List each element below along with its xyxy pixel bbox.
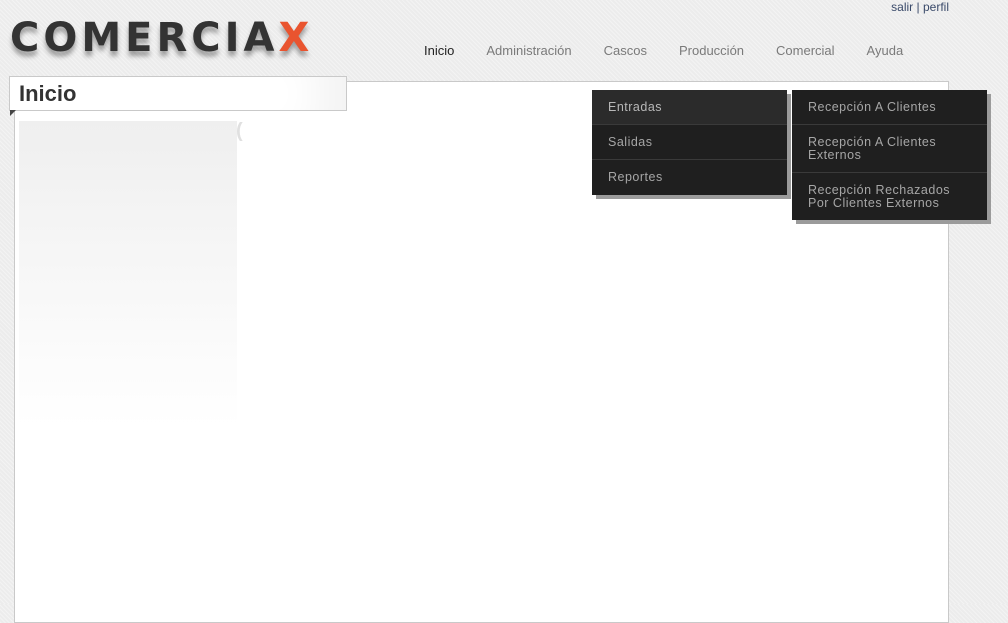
menu-item-entradas[interactable]: Entradas xyxy=(592,90,787,125)
nav-item-comercial[interactable]: Comercial xyxy=(760,43,851,58)
nav-item-produccion[interactable]: Producción xyxy=(663,43,760,58)
page-title-tab: Inicio xyxy=(9,76,347,116)
produccion-dropdown: Entradas Salidas Reportes xyxy=(592,90,787,195)
logo-text: COMERCIA xyxy=(10,15,279,61)
nav-item-administracion[interactable]: Administración xyxy=(470,43,587,58)
faded-glyph: ( xyxy=(236,120,243,142)
user-links: salir | perfil xyxy=(891,0,949,14)
page-title: Inicio xyxy=(19,81,77,106)
submenu-item-recepcion-rechazados[interactable]: Recepción Rechazados Por Clientes Extern… xyxy=(792,173,987,220)
submenu-item-recepcion-clientes-externos[interactable]: Recepción A Clientes Externos xyxy=(792,125,987,173)
entradas-submenu: Recepción A Clientes Recepción A Cliente… xyxy=(792,90,987,220)
side-panel xyxy=(19,121,237,427)
app-logo[interactable]: COMERCIAX xyxy=(10,15,313,61)
nav-item-cascos[interactable]: Cascos xyxy=(588,43,663,58)
nav-item-inicio[interactable]: Inicio xyxy=(408,43,470,58)
menu-item-reportes[interactable]: Reportes xyxy=(592,160,787,195)
logo-accent: X xyxy=(278,15,314,61)
submenu-item-recepcion-clientes[interactable]: Recepción A Clientes xyxy=(792,90,987,125)
main-nav: Inicio Administración Cascos Producción … xyxy=(408,43,919,58)
menu-item-salidas[interactable]: Salidas xyxy=(592,125,787,160)
tab-notch xyxy=(10,110,16,116)
profile-link[interactable]: perfil xyxy=(923,0,949,14)
logout-link[interactable]: salir xyxy=(891,0,913,14)
nav-item-ayuda[interactable]: Ayuda xyxy=(851,43,920,58)
link-separator: | xyxy=(916,0,920,14)
